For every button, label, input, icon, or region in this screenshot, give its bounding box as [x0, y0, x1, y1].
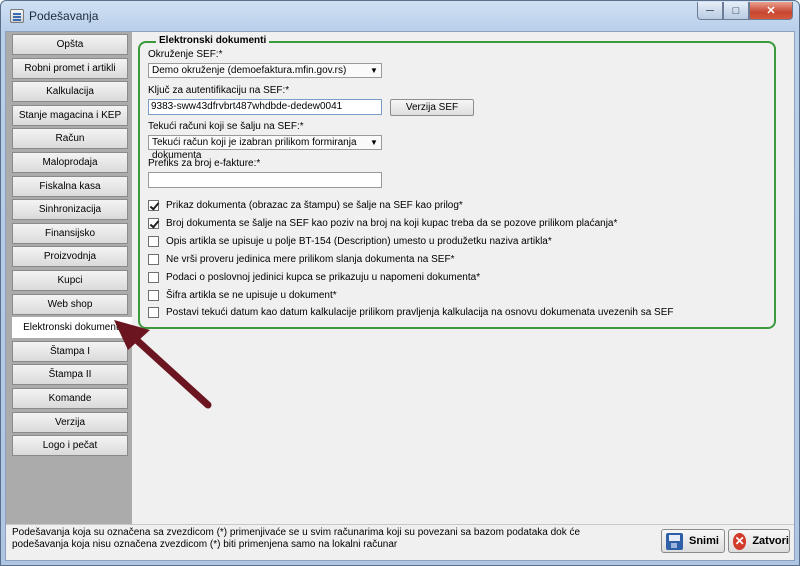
- client-area: Opšta Robni promet i artikli Kalkulacija St…: [5, 31, 795, 561]
- checkbox-label: Ne vrši proveru jedinica mere prilikom s…: [166, 253, 455, 265]
- checkbox-row[interactable]: Opis artikla se upisuje u polje BT-154 (…: [148, 234, 552, 248]
- sidebar-item[interactable]: Verzija: [12, 411, 128, 433]
- checkbox[interactable]: [148, 306, 159, 318]
- sidebar-item[interactable]: Proizvodnja: [12, 246, 128, 268]
- sidebar-item[interactable]: Finansijsko: [12, 222, 128, 244]
- close-window-icon[interactable]: ✕: [749, 2, 793, 20]
- app-icon: [10, 9, 24, 23]
- checkbox[interactable]: [148, 271, 159, 283]
- save-icon: [666, 532, 683, 550]
- close-icon: ✕: [733, 532, 747, 550]
- sidebar-item[interactable]: Štampa II: [12, 364, 128, 386]
- env-select-value: Demo okruženje (demoefaktura.mfin.gov.rs…: [152, 65, 347, 76]
- title-bar[interactable]: Podešavanja ─ □ ✕: [1, 1, 799, 31]
- sidebar-item[interactable]: Kalkulacija: [12, 81, 128, 103]
- sidebar-item[interactable]: Račun: [12, 128, 128, 150]
- sidebar-item[interactable]: Štampa I: [12, 340, 128, 362]
- group-title: Elektronski dokumenti: [156, 35, 270, 46]
- sidebar-item[interactable]: Elektronski dokumenti: [12, 317, 132, 339]
- prefix-label: Prefiks za broj e-fakture:*: [148, 158, 261, 169]
- version-sef-button[interactable]: Verzija SEF: [390, 99, 474, 116]
- sidebar-item[interactable]: Stanje magacina i KEP: [12, 104, 128, 126]
- checkbox[interactable]: [148, 235, 159, 247]
- sidebar-item[interactable]: Fiskalna kasa: [12, 175, 128, 197]
- save-button[interactable]: Snimi: [661, 529, 725, 553]
- sidebar-item[interactable]: Opšta: [12, 34, 128, 55]
- checkbox-row[interactable]: Ne vrši proveru jedinica mere prilikom s…: [148, 252, 454, 266]
- invoices-select[interactable]: Tekući račun koji je izabran prilikom fo…: [148, 135, 382, 161]
- sidebar-item[interactable]: Komande: [12, 387, 128, 409]
- sidebar-item[interactable]: Web shop: [12, 293, 128, 315]
- sidebar-item[interactable]: Kupci: [12, 269, 128, 291]
- checkbox-label: Prikaz dokumenta (obrazac za štampu) se …: [166, 199, 463, 211]
- save-button-label: Snimi: [689, 535, 719, 547]
- invoices-label: Tekući računi koji se šalju na SEF:*: [148, 121, 304, 132]
- checkbox-label: Postavi tekući datum kao datum kalkulaci…: [166, 306, 674, 318]
- sidebar: Opšta Robni promet i artikli Kalkulacija St…: [6, 32, 132, 524]
- footer: Podešavanja koja su označena sa zvezdico…: [6, 524, 794, 560]
- sidebar-item[interactable]: Sinhronizacija: [12, 199, 128, 221]
- close-button[interactable]: ✕ Zatvori: [728, 529, 790, 553]
- close-button-label: Zatvori: [752, 535, 789, 547]
- checkbox-row[interactable]: Postavi tekući datum kao datum kalkulaci…: [148, 305, 674, 319]
- checkbox-label: Opis artikla se upisuje u polje BT-154 (…: [166, 235, 552, 247]
- checkbox-label: Podaci o poslovnoj jedinici kupca se pri…: [166, 271, 481, 283]
- env-label: Okruženje SEF:*: [148, 49, 223, 60]
- checkbox[interactable]: [148, 253, 159, 265]
- chevron-down-icon[interactable]: ▼: [367, 64, 381, 77]
- key-input[interactable]: 9383-sww43dfrvbrt487whdbde-dedew0041: [148, 99, 382, 115]
- settings-window: Podešavanja ─ □ ✕ Opšta Robni promet i ar…: [0, 0, 800, 566]
- sidebar-item[interactable]: Robni promet i artikli: [12, 57, 128, 79]
- sidebar-item[interactable]: Logo i pečat: [12, 435, 128, 457]
- checkbox-row[interactable]: Prikaz dokumenta (obrazac za štampu) se …: [148, 198, 463, 212]
- sidebar-item[interactable]: Maloprodaja: [12, 151, 128, 173]
- env-select[interactable]: Demo okruženje (demoefaktura.mfin.gov.rs…: [148, 63, 382, 78]
- electronic-documents-group: Elektronski dokumenti Okruženje SEF:* De…: [138, 35, 776, 329]
- checkbox-label: Broj dokumenta se šalje na SEF kao poziv…: [166, 217, 618, 229]
- checkbox[interactable]: [148, 199, 159, 211]
- checkbox-label: Šifra artikla se ne upisuje u dokument*: [166, 289, 337, 301]
- prefix-input[interactable]: [148, 172, 382, 188]
- window-title: Podešavanja: [29, 9, 99, 23]
- checkbox-row[interactable]: Podaci o poslovnoj jedinici kupca se pri…: [148, 270, 480, 284]
- maximize-icon[interactable]: □: [723, 2, 749, 20]
- checkbox-row[interactable]: Broj dokumenta se šalje na SEF kao poziv…: [148, 216, 617, 230]
- settings-panel: Elektronski dokumenti Okruženje SEF:* De…: [132, 32, 794, 524]
- key-label: Ključ za autentifikaciju na SEF:*: [148, 85, 290, 96]
- chevron-down-icon[interactable]: ▼: [367, 136, 381, 149]
- window-controls: ─ □ ✕: [697, 2, 793, 20]
- footer-note: Podešavanja koja su označena sa zvezdico…: [12, 527, 581, 550]
- checkbox[interactable]: [148, 217, 159, 229]
- minimize-icon[interactable]: ─: [697, 2, 723, 20]
- checkbox-row[interactable]: Šifra artikla se ne upisuje u dokument*: [148, 288, 337, 302]
- checkbox[interactable]: [148, 289, 159, 301]
